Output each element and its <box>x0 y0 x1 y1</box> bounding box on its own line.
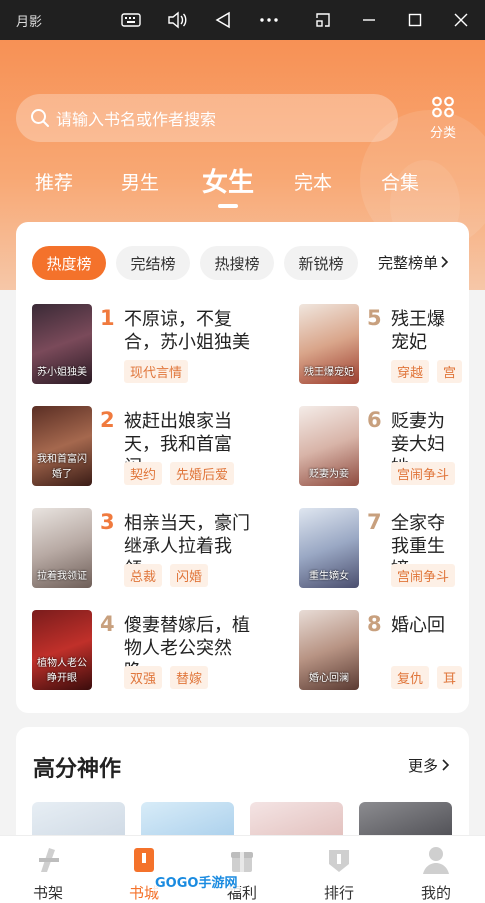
rank-number: 3 <box>100 510 115 534</box>
rank-tab-hot[interactable]: 热度榜 <box>32 246 106 280</box>
nav-label: 我的 <box>420 884 451 902</box>
rank-number: 1 <box>100 306 115 330</box>
rank-number: 7 <box>367 510 382 534</box>
book-item[interactable]: 我和首富闪婚了 2 被赶出娘家当天，我和首富闪… 契约先婚后爱 <box>32 406 262 496</box>
nav-ranking[interactable]: 排行 <box>309 844 369 903</box>
more-link[interactable]: 更多 <box>408 755 451 776</box>
more-label: 更多 <box>408 757 439 775</box>
tab-recommend[interactable]: 推荐 <box>35 168 73 195</box>
more-icon[interactable] <box>254 6 284 34</box>
rank-number: 5 <box>367 306 382 330</box>
nav-bookshelf[interactable]: 书架 <box>18 844 78 903</box>
book-tag: 替嫁 <box>170 666 209 689</box>
float-window-icon[interactable] <box>308 6 338 34</box>
nav-label: 书架 <box>32 884 63 902</box>
cover-title: 重生嫡女 <box>309 571 349 582</box>
book-item[interactable]: 重生嫡女 7 全家夺我重生嫡 宫闹争斗 <box>299 508 469 598</box>
full-rank-label: 完整榜单 <box>378 254 439 272</box>
book-cover: 拉着我领证 <box>32 508 92 588</box>
book-cover: 植物人老公睁开眼 <box>32 610 92 690</box>
tab-completed[interactable]: 完本 <box>294 168 332 195</box>
rank-tab-search[interactable]: 热搜榜 <box>200 246 274 280</box>
window-title: 月影 <box>16 15 43 30</box>
book-item[interactable]: 植物人老公睁开眼 4 傻妻替嫁后，植物人老公突然睁… 双强替嫁 <box>32 610 262 700</box>
tab-female[interactable]: 女生 <box>202 162 254 199</box>
search-icon <box>31 109 49 127</box>
book-item[interactable]: 拉着我领证 3 相亲当天，豪门继承人拉着我领… 总裁闪婚 <box>32 508 262 598</box>
cover-title: 我和首富闪婚了 <box>37 454 87 480</box>
book-cover: 我和首富闪婚了 <box>32 406 92 486</box>
cover-title: 贬妻为妾 <box>309 469 349 480</box>
rank-number: 8 <box>367 612 382 636</box>
profile-icon <box>423 847 449 874</box>
ranking-card: 热度榜 完结榜 热搜榜 新锐榜 完整榜单 苏小姐独美 1 不原谅，不复合，苏小姐… <box>16 222 469 713</box>
rank-number: 4 <box>100 612 115 636</box>
book-tag: 复仇 <box>391 666 430 689</box>
cover-title: 婚心回澜 <box>309 673 349 684</box>
rank-number: 6 <box>367 408 382 432</box>
nav-profile[interactable]: 我的 <box>406 844 466 903</box>
book-title: 残王爆宠妃 <box>391 309 445 353</box>
book-tag: 穿越 <box>391 360 430 383</box>
category-label: 分类 <box>429 126 456 141</box>
tab-active-indicator <box>218 204 238 208</box>
maximize-icon[interactable] <box>400 6 430 34</box>
bottom-nav: 书架 书城 福利 排行 我的 GOGO手游网 <box>0 835 485 903</box>
search-input[interactable]: 请输入书名或作者搜索 <box>16 94 398 142</box>
book-tag: 耳 <box>437 666 463 689</box>
cover-title: 植物人老公睁开眼 <box>37 658 87 684</box>
gender-tabs: 推荐 男生 女生 完本 合集 <box>0 160 485 210</box>
book-tag: 契约 <box>124 462 163 485</box>
book-tag: 宫闹争斗 <box>391 564 456 587</box>
cover-title: 残王爆宠妃 <box>304 367 354 378</box>
ranking-icon <box>329 850 349 872</box>
rank-tab-new[interactable]: 新锐榜 <box>284 246 358 280</box>
book-cover: 婚心回澜 <box>299 610 359 690</box>
book-tag: 总裁 <box>124 564 163 587</box>
book-cover: 苏小姐独美 <box>32 304 92 384</box>
book-item[interactable]: 苏小姐独美 1 不原谅，不复合，苏小姐独美 现代言情 <box>32 304 262 394</box>
book-cover: 重生嫡女 <box>299 508 359 588</box>
tab-collections[interactable]: 合集 <box>381 168 419 195</box>
category-button[interactable]: 分类 <box>423 96 463 142</box>
close-icon[interactable] <box>446 6 476 34</box>
book-tag: 双强 <box>124 666 163 689</box>
volume-icon[interactable] <box>162 6 192 34</box>
book-tag: 先婚后爱 <box>170 462 235 485</box>
keyboard-icon[interactable] <box>116 6 146 34</box>
book-tag: 现代言情 <box>124 360 189 383</box>
rank-tab-completed[interactable]: 完结榜 <box>116 246 190 280</box>
book-title: 不原谅，不复合，苏小姐独美 <box>124 309 250 353</box>
book-tag: 宫 <box>437 360 463 383</box>
book-title: 婚心回 <box>391 615 445 636</box>
chevron-right-icon <box>442 759 450 771</box>
book-item[interactable]: 残王爆宠妃 5 残王爆宠妃 穿越宫 <box>299 304 469 394</box>
cover-title: 苏小姐独美 <box>37 367 87 378</box>
book-tag: 闪婚 <box>170 564 209 587</box>
search-placeholder: 请输入书名或作者搜索 <box>56 110 217 129</box>
bookshelf-icon <box>39 848 59 872</box>
rank-number: 2 <box>100 408 115 432</box>
book-tag: 宫闹争斗 <box>391 462 456 485</box>
window-titlebar: 月影 <box>0 0 485 40</box>
book-cover: 贬妻为妾 <box>299 406 359 486</box>
book-item[interactable]: 贬妻为妾 6 贬妻为妾大妇她 宫闹争斗 <box>299 406 469 496</box>
back-icon[interactable] <box>208 6 238 34</box>
book-cover: 残王爆宠妃 <box>299 304 359 384</box>
ranking-right-column: 残王爆宠妃 5 残王爆宠妃 穿越宫 贬妻为妾 6 贬妻为妾大妇她 宫闹争斗 重生… <box>299 304 469 704</box>
minimize-icon[interactable] <box>354 6 384 34</box>
nav-label: 排行 <box>323 884 354 902</box>
tab-male[interactable]: 男生 <box>121 168 159 195</box>
section-title: 高分神作 <box>33 757 122 782</box>
grid-icon <box>432 96 454 118</box>
full-rank-link[interactable]: 完整榜单 <box>378 252 450 273</box>
book-item[interactable]: 婚心回澜 8 婚心回 复仇耳 <box>299 610 469 700</box>
watermark: GOGO手游网 <box>152 872 241 891</box>
chevron-right-icon <box>441 256 449 268</box>
cover-title: 拉着我领证 <box>37 571 87 582</box>
